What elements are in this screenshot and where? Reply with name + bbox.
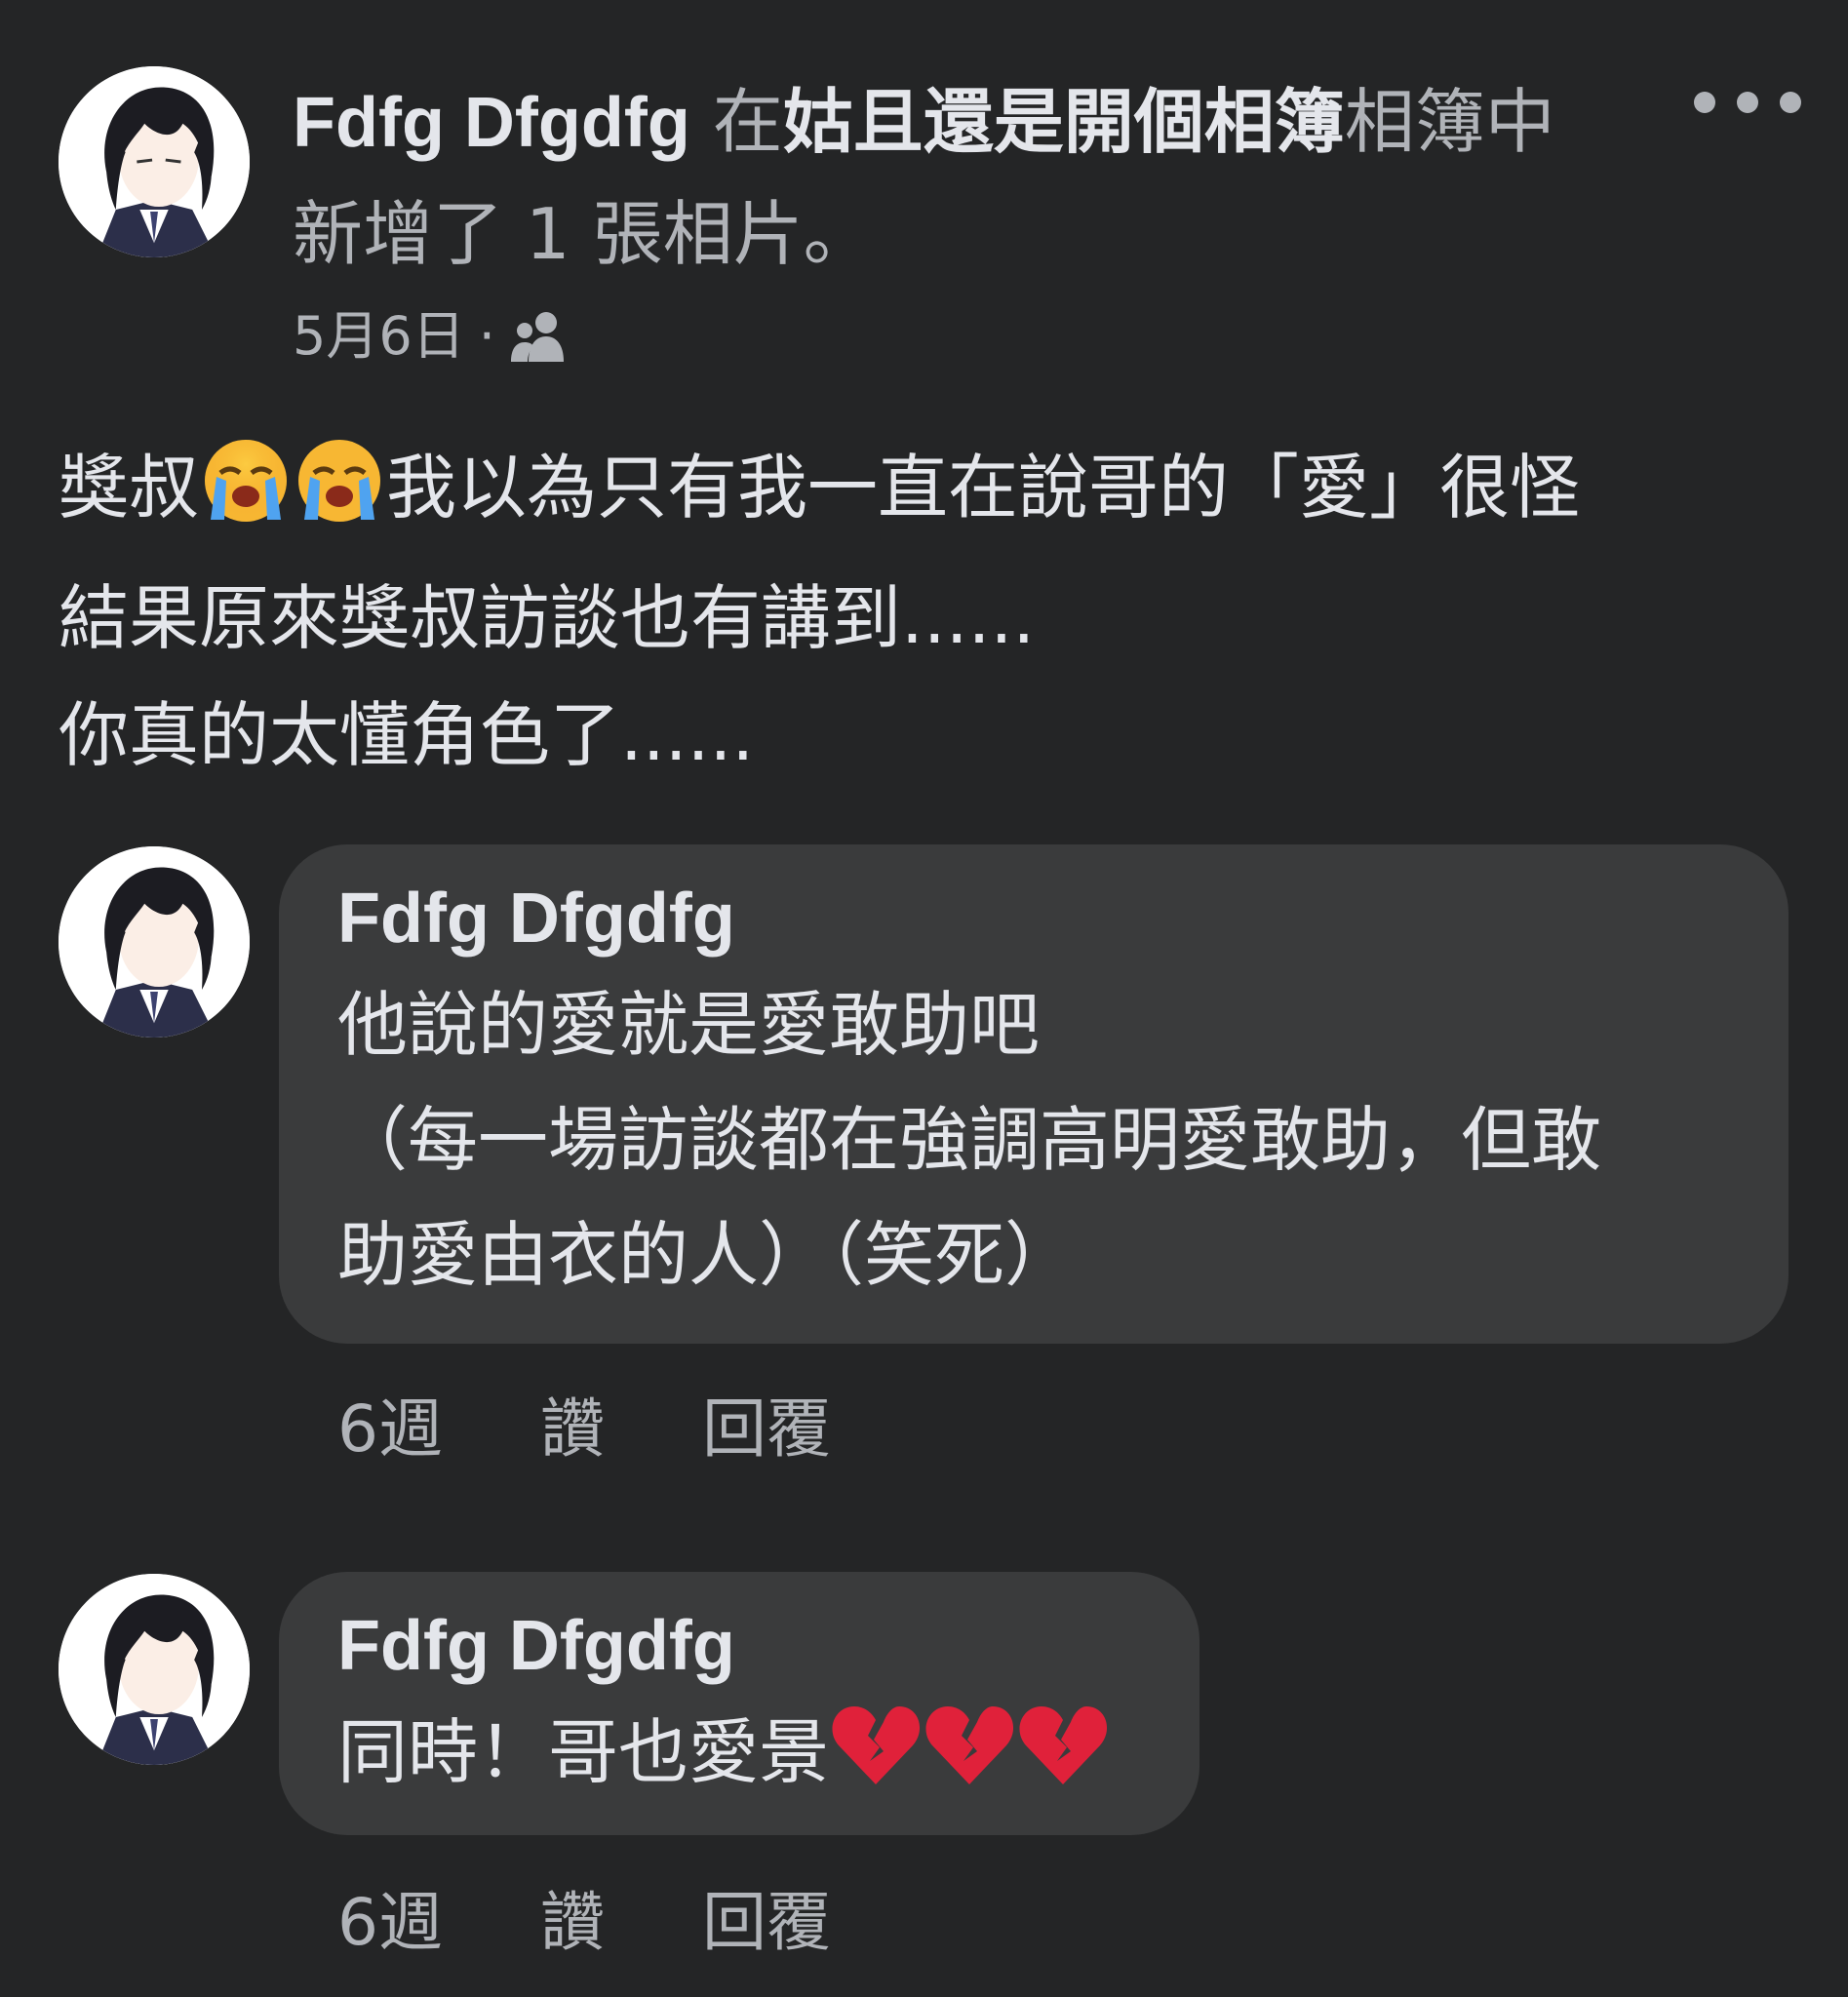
meta-separator: · — [478, 305, 495, 367]
comment-author-avatar[interactable] — [59, 1574, 250, 1765]
post-date[interactable]: 5月6日 — [293, 300, 465, 372]
comment-actions: 6週 讚 回覆 — [337, 1390, 928, 1468]
broken-heart-icon — [1016, 1701, 1110, 1823]
comment-text: 同時！哥也愛景 — [337, 1695, 1141, 1823]
header-line2: 新增了 1 張相片。 — [293, 193, 874, 275]
like-button[interactable]: 讚 — [540, 1884, 605, 1962]
post-line-3: 你真的太懂角色了...... — [59, 694, 755, 776]
comment-author-name[interactable]: Fdfg Dfgdfg — [337, 870, 1730, 967]
comment-time[interactable]: 6週 — [337, 1390, 443, 1468]
header-prefix: 在 — [689, 81, 783, 163]
reply-button[interactable]: 回覆 — [702, 1884, 831, 1962]
more-dot-icon — [1737, 92, 1758, 113]
avatar-image — [59, 66, 250, 257]
comment-line: 助愛由衣的人）（笑死） — [337, 1214, 1076, 1296]
post-line-2: 結果原來獎叔訪談也有講到...... — [59, 577, 1036, 659]
comment-bubble: Fdfg Dfgdfg 他說的愛就是愛敢助吧 （每一場訪談都在強調高明愛敢助，但… — [279, 844, 1789, 1344]
like-button[interactable]: 讚 — [540, 1390, 605, 1468]
post-author-avatar[interactable] — [59, 66, 250, 257]
post-line-1: 獎叔 我以為只有我一直在說哥的「愛」很怪 — [59, 429, 1804, 560]
loudly-crying-face-icon — [293, 432, 386, 560]
avatar-image — [59, 846, 250, 1038]
post-text: 我以為只有我一直在說哥的「愛」很怪 — [386, 447, 1581, 529]
header-suffix: 相簿中 — [1344, 81, 1555, 163]
comment-text: 他說的愛就是愛敢助吧 （每一場訪談都在強調高明愛敢助，但敢 助愛由衣的人）（笑死… — [337, 967, 1730, 1312]
comment-line: 他說的愛就是愛敢助吧 — [337, 984, 1041, 1066]
more-dot-icon — [1694, 92, 1715, 113]
comment-text-span: 同時！哥也愛景 — [337, 1711, 830, 1793]
post-text: 獎叔 — [59, 447, 200, 529]
more-options-button[interactable] — [1694, 78, 1801, 127]
comment-bubble: Fdfg Dfgdfg 同時！哥也愛景 — [279, 1572, 1199, 1835]
comment-actions: 6週 讚 回覆 — [337, 1884, 928, 1962]
friends-icon[interactable] — [509, 309, 573, 364]
comment-author-name[interactable]: Fdfg Dfgdfg — [337, 1597, 1141, 1695]
post-meta: 5月6日 · — [293, 300, 573, 372]
loudly-crying-face-icon — [199, 432, 293, 560]
comment-time[interactable]: 6週 — [337, 1884, 443, 1962]
comment-line: 同時！哥也愛景 — [337, 1695, 1141, 1823]
more-dot-icon — [1780, 92, 1801, 113]
broken-heart-icon — [923, 1701, 1016, 1823]
reply-button[interactable]: 回覆 — [702, 1390, 831, 1468]
post-header: Fdfg Dfgdfg 在姑且還是開個相簿相簿中 新增了 1 張相片。 — [293, 66, 1638, 290]
comment-author-avatar[interactable] — [59, 846, 250, 1038]
broken-heart-icon — [829, 1701, 923, 1823]
post-author-name[interactable]: Fdfg Dfgdfg — [293, 84, 690, 162]
album-link[interactable]: 姑且還是開個相簿 — [783, 81, 1345, 163]
post-body: 獎叔 我以為只有我一直在說哥的「愛」很怪 結果原來獎叔訪談也有講到...... 你… — [59, 429, 1804, 794]
comment-line: （每一場訪談都在強調高明愛敢助，但敢 — [337, 1099, 1602, 1181]
avatar-image — [59, 1574, 250, 1765]
